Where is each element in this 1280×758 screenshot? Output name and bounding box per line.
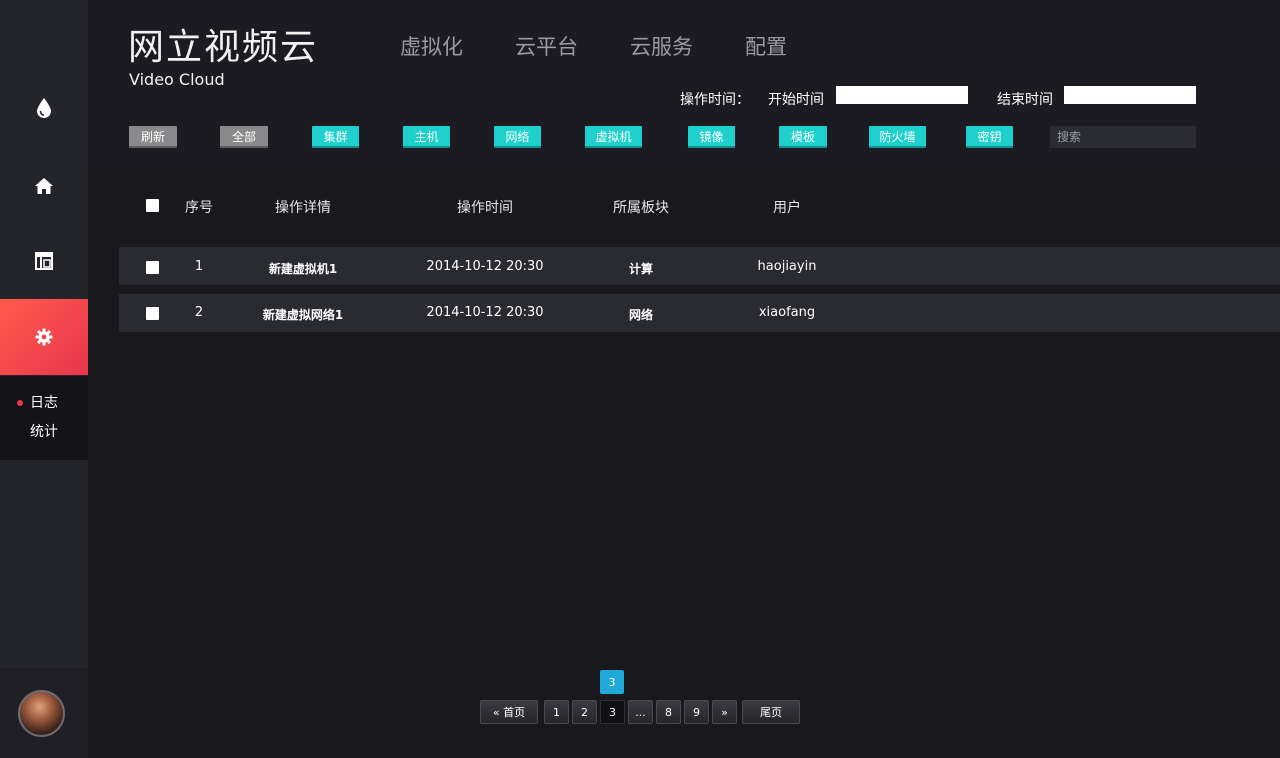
row-checkbox[interactable] (146, 261, 159, 274)
search-input[interactable] (1050, 126, 1196, 148)
column-header-time: 操作时间 (457, 200, 513, 216)
filter-vm-button[interactable]: 虚拟机 (585, 126, 642, 148)
topnav-virtualization[interactable]: 虚拟化 (400, 31, 463, 61)
topnav-config[interactable]: 配置 (745, 31, 787, 61)
page-button-2[interactable]: 2 (572, 700, 597, 724)
page-button-8[interactable]: 8 (656, 700, 681, 724)
sidebar-item-layout[interactable] (0, 223, 88, 299)
column-header-user: 用户 (773, 200, 801, 216)
start-time-label: 开始时间 (768, 92, 824, 108)
topnav-cloud-platform[interactable]: 云平台 (515, 31, 578, 61)
topnav-cloud-service[interactable]: 云服务 (630, 31, 693, 61)
start-time-input[interactable] (836, 86, 968, 104)
first-page-button[interactable]: « 首页 (480, 700, 538, 724)
app-title: 网立视频云 (128, 27, 319, 68)
sidebar: 日志 统计 (0, 0, 88, 758)
row-index: 1 (194, 259, 204, 274)
sidebar-item-home[interactable] (0, 148, 88, 224)
column-header-detail: 操作详情 (275, 200, 331, 216)
filter-cluster-button[interactable]: 集群 (312, 126, 359, 148)
end-time-label: 结束时间 (997, 92, 1053, 108)
filter-host-button[interactable]: 主机 (403, 126, 450, 148)
select-all-checkbox[interactable] (146, 199, 159, 212)
all-filter-button[interactable]: 全部 (220, 126, 268, 148)
app-subtitle: Video Cloud (129, 70, 225, 89)
next-page-button[interactable]: » (712, 700, 737, 724)
row-user: haojiayin (757, 259, 817, 274)
page-button-3[interactable]: 3 (600, 700, 625, 724)
filter-image-button[interactable]: 镜像 (688, 126, 735, 148)
row-module: 网络 (628, 308, 654, 322)
settings-submenu: 日志 统计 (0, 376, 88, 460)
user-panel (0, 668, 88, 758)
row-user: xiaofang (758, 305, 816, 320)
layout-icon (35, 252, 53, 270)
active-indicator-dot (17, 400, 23, 406)
refresh-button[interactable]: 刷新 (129, 126, 177, 148)
last-page-button[interactable]: 尾页 (742, 700, 800, 724)
row-module: 计算 (628, 262, 654, 276)
submenu-item-log[interactable]: 日志 (30, 392, 58, 412)
row-detail: 新建虚拟机1 (268, 262, 338, 276)
column-header-module: 所属板块 (613, 200, 669, 216)
page-ellipsis: ... (628, 700, 653, 724)
row-index: 2 (194, 305, 204, 320)
drop-icon (37, 98, 51, 118)
filter-network-button[interactable]: 网络 (494, 126, 541, 148)
current-page-badge: 3 (600, 670, 624, 694)
row-checkbox[interactable] (146, 307, 159, 320)
page-button-9[interactable]: 9 (684, 700, 709, 724)
filter-key-button[interactable]: 密钥 (966, 126, 1013, 148)
submenu-item-stats[interactable]: 统计 (30, 421, 58, 441)
page-button-1[interactable]: 1 (544, 700, 569, 724)
avatar[interactable] (18, 690, 65, 737)
sidebar-item-virtualization[interactable] (0, 70, 88, 146)
row-time: 2014-10-12 20:30 (426, 305, 544, 320)
gear-icon (35, 328, 53, 346)
row-time: 2014-10-12 20:30 (426, 259, 544, 274)
home-icon (35, 178, 53, 194)
column-header-index: 序号 (185, 200, 213, 216)
filter-firewall-button[interactable]: 防火墙 (869, 126, 926, 148)
row-detail: 新建虚拟网络1 (262, 308, 344, 322)
operation-time-label: 操作时间： (680, 92, 750, 108)
filter-template-button[interactable]: 模板 (779, 126, 827, 148)
sidebar-item-settings[interactable] (0, 299, 88, 375)
end-time-input[interactable] (1064, 86, 1196, 104)
